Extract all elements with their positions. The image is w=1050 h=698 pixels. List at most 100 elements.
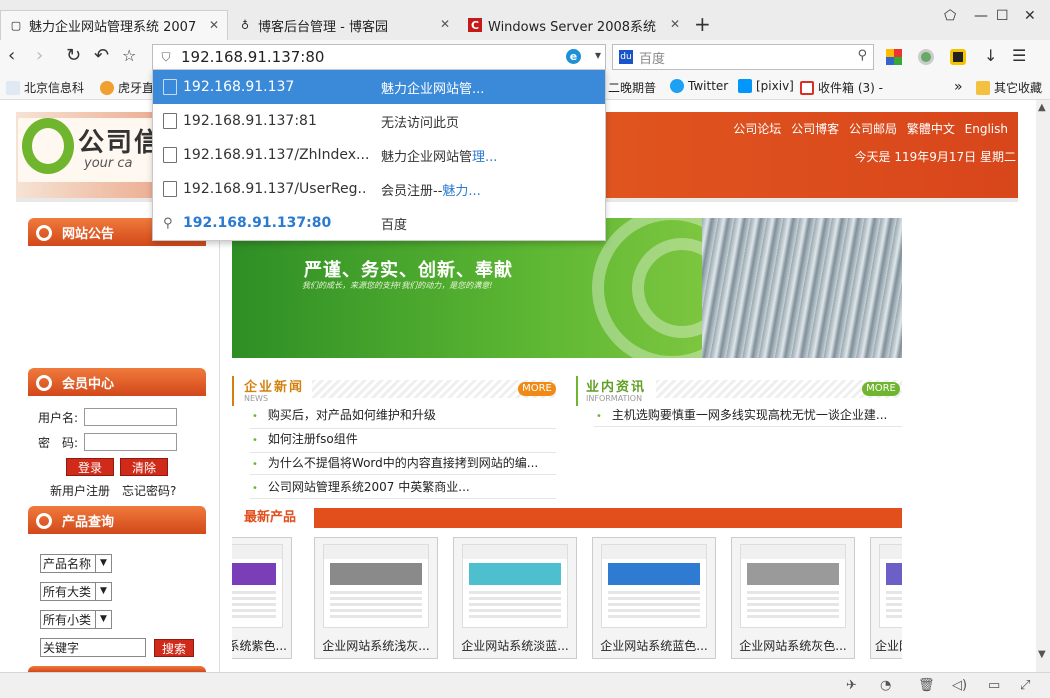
scroll-down-icon[interactable]: ▼ [1038, 649, 1046, 660]
back-button[interactable]: ‹ [8, 47, 15, 65]
suggestion-item[interactable]: 192.168.91.137/UserReg.... 会员注册--魅力... [153, 172, 605, 206]
product-card[interactable]: 企业网站系统灰色... [731, 537, 855, 659]
download-icon[interactable]: ↓ [984, 47, 997, 65]
suggestion-item[interactable]: 192.168.91.137/ZhIndex.... 魅力企业网站管理... [153, 138, 605, 172]
more-bookmarks-button[interactable]: » [954, 79, 963, 95]
news-more-button[interactable]: MORE [518, 382, 556, 396]
username-row: 用户名: [38, 408, 178, 426]
bookmark-label: 北京信息科 [24, 81, 85, 95]
page-icon [163, 181, 177, 197]
chevron-down-icon[interactable]: ▾ [595, 48, 601, 62]
extension-icon[interactable] [918, 49, 934, 65]
status-bar: ✈ ◔ 🗑 ◁) ▭ ⤢ [0, 672, 1050, 698]
address-input[interactable] [181, 48, 551, 66]
zoom-icon[interactable]: ⤢ [1020, 678, 1030, 693]
address-suggestions: 192.168.91.137 魅力企业网站管... 192.168.91.137… [152, 69, 606, 241]
news-item[interactable]: 如何注册fso组件 [252, 430, 542, 447]
close-icon[interactable]: ✕ [670, 17, 680, 31]
search-button[interactable]: 搜索 [154, 639, 194, 657]
register-link[interactable]: 新用户注册 [50, 482, 110, 499]
media-icon[interactable] [950, 49, 966, 65]
window-icon[interactable]: ▭ [988, 678, 1000, 693]
product-card[interactable]: 系统紫色... [232, 537, 292, 659]
product-thumbnail [232, 544, 283, 628]
skin-icon[interactable]: ⬠ [944, 8, 956, 24]
product-thumbnail [462, 544, 568, 628]
bookmark-item[interactable]: 收件箱 (3) - [800, 79, 883, 96]
favorite-star-icon[interactable]: ☆ [122, 47, 136, 65]
product-caption: 企业网站系统淡蓝... [461, 639, 569, 653]
bookmark-folder[interactable]: 其它收藏 [976, 79, 1042, 96]
bookmark-item[interactable]: 北京信息科 [6, 79, 84, 96]
bookmark-item[interactable]: 二晚期普 [608, 79, 656, 96]
bookmark-item[interactable]: Twitter [670, 79, 728, 93]
clear-button[interactable]: 清除 [120, 458, 168, 476]
product-thumbnail [323, 544, 429, 628]
username-input[interactable] [84, 408, 178, 426]
speed-icon[interactable]: ◔ [880, 678, 891, 693]
password-label: 密 码: [38, 435, 79, 450]
product-card[interactable]: 企业网站系统蓝色... [592, 537, 716, 659]
forgot-password-link[interactable]: 忘记密码? [122, 482, 176, 499]
suggestion-title: 魅力企业网站管理... [381, 146, 497, 165]
search-box[interactable]: du 百度 ⚲ [612, 44, 874, 70]
bookmark-item[interactable]: [pixiv] [738, 79, 794, 93]
small-category-select[interactable]: 所有小类 ▼ [40, 610, 112, 629]
suggestion-item[interactable]: 192.168.91.137 魅力企业网站管... [153, 70, 605, 104]
info-item[interactable]: 主机选购要慎重一网多线实现高枕无忧一谈企业建... [596, 406, 902, 423]
scroll-up-icon[interactable]: ▲ [1038, 102, 1046, 113]
bookmark-item[interactable]: 虎牙直 [100, 79, 154, 96]
chevron-down-icon: ▼ [95, 555, 111, 572]
link-blog[interactable]: 公司博客 [791, 122, 839, 136]
big-category-select[interactable]: 所有大类 ▼ [40, 582, 112, 601]
tab-windows[interactable]: C Windows Server 2008系统自带 ✕ [460, 10, 688, 40]
shield-icon: ⛉ [161, 49, 171, 64]
scrollbar[interactable]: ▲ ▼ [1036, 100, 1050, 672]
link-forum[interactable]: 公司论坛 [733, 122, 781, 136]
login-button[interactable]: 登录 [66, 458, 114, 476]
pin-icon[interactable]: ✈ [846, 678, 857, 693]
suggestion-item[interactable]: ⚲ 192.168.91.137:80 百度 [153, 206, 605, 240]
maximize-button[interactable]: ☐ [996, 8, 1009, 24]
close-window-button[interactable]: ✕ [1024, 8, 1036, 24]
news-item[interactable]: 为什么不提倡将Word中的内容直接拷到网站的编... [252, 454, 542, 471]
info-more-button[interactable]: MORE [862, 382, 900, 396]
minimize-button[interactable]: — [974, 8, 988, 24]
tab-cms[interactable]: ▢ 魅力企业网站管理系统 2007 中文版 ✕ [0, 10, 228, 40]
volume-icon[interactable]: ◁) [952, 678, 967, 693]
product-name-select[interactable]: 产品名称 ▼ [40, 554, 112, 573]
csdn-icon: C [468, 18, 482, 32]
separator [594, 426, 902, 427]
product-card[interactable]: 企业网站系统浅灰... [314, 537, 438, 659]
divider [219, 204, 220, 672]
apps-icon[interactable] [886, 49, 902, 65]
password-input[interactable] [84, 433, 178, 451]
news-item[interactable]: 公司网站管理系统2007 中英繁商业... [252, 478, 542, 495]
link-mail[interactable]: 公司邮局 [849, 122, 897, 136]
product-card[interactable]: 企业网站系统淡蓝... [453, 537, 577, 659]
tab-blog[interactable]: ♁ 博客后台管理 - 博客园 ✕ [230, 10, 458, 40]
suggestion-item[interactable]: 192.168.91.137:81 无法访问此页 [153, 104, 605, 138]
reload-button[interactable]: ↻ [66, 47, 81, 65]
new-tab-button[interactable]: + [694, 12, 711, 36]
search-icon[interactable]: ⚲ [857, 48, 867, 63]
suggestion-title: 会员注册--魅力... [381, 180, 481, 199]
cnblogs-icon: ♁ [240, 18, 250, 32]
ie-mode-icon[interactable]: e [566, 49, 581, 64]
menu-icon[interactable]: ☰ [1012, 47, 1026, 65]
link-traditional[interactable]: 繁體中文 [907, 122, 955, 136]
news-item[interactable]: 购买后，对产品如何维护和升级 [252, 406, 542, 423]
keyword-input[interactable]: 关键字 [40, 638, 146, 657]
close-icon[interactable]: ✕ [209, 18, 219, 32]
pixiv-icon [738, 79, 752, 93]
link-english[interactable]: English [965, 122, 1008, 136]
trash-icon[interactable]: 🗑 [918, 678, 935, 693]
date-text: 今天是 119年9月17日 星期二 [854, 150, 1016, 164]
product-card[interactable]: 企业网 [870, 537, 902, 659]
address-bar[interactable]: ⛉ e ▾ [152, 44, 606, 70]
forward-button[interactable]: › [36, 47, 43, 65]
bookmark-label: 收件箱 (3) - [818, 81, 883, 95]
separator [250, 428, 556, 429]
undo-close-button[interactable]: ↶ [94, 47, 109, 65]
close-icon[interactable]: ✕ [440, 17, 450, 31]
